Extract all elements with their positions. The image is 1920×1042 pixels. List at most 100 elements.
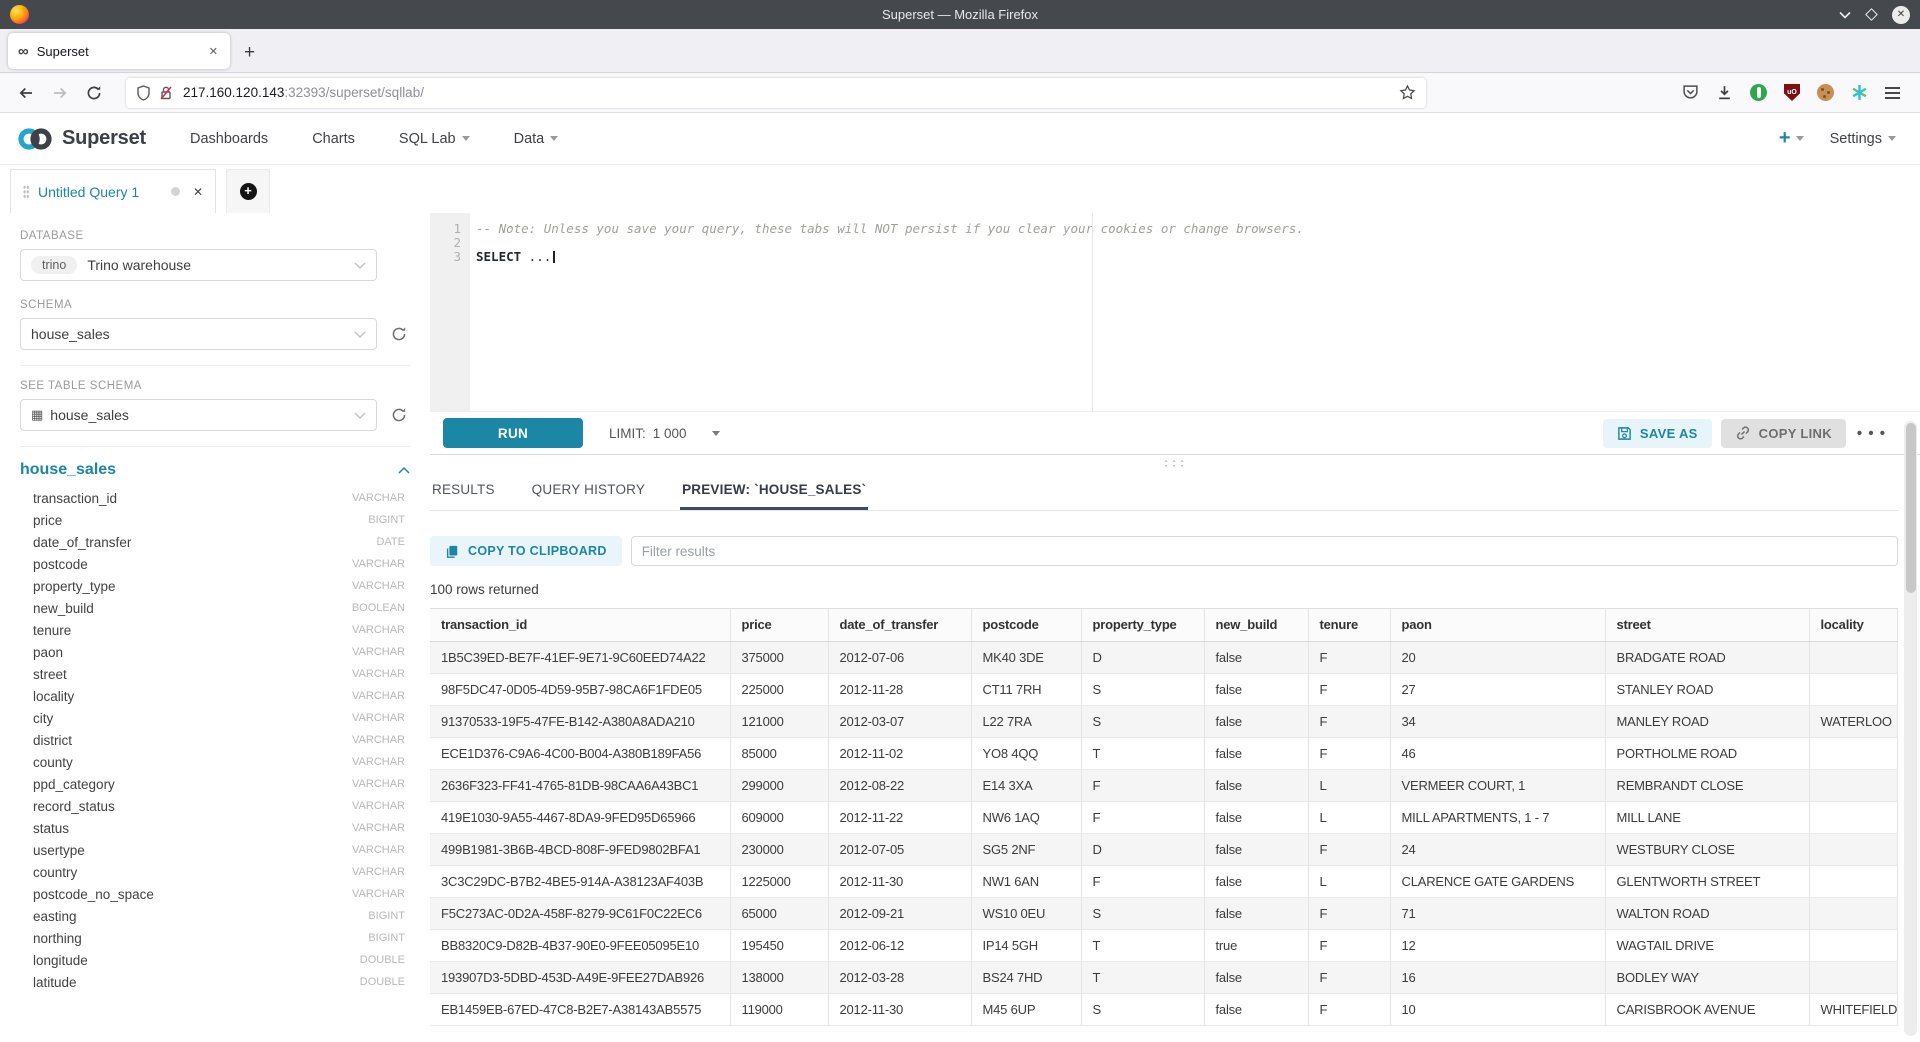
save-as-button[interactable]: SAVE AS bbox=[1603, 419, 1712, 448]
schema-select-value: house_sales bbox=[31, 326, 354, 342]
table-cell: 375000 bbox=[730, 641, 828, 673]
schema-label: SCHEMA bbox=[20, 299, 410, 311]
copy-to-clipboard-button[interactable]: COPY TO CLIPBOARD bbox=[430, 536, 622, 566]
cookie-extension-icon[interactable] bbox=[1817, 84, 1834, 101]
nav-item-data[interactable]: Data bbox=[514, 131, 559, 147]
run-button[interactable]: RUN bbox=[443, 418, 583, 448]
copy-link-button[interactable]: COPY LINK bbox=[1721, 419, 1846, 448]
schema-column-row: countyVARCHAR bbox=[20, 751, 410, 773]
table-cell: 230000 bbox=[730, 833, 828, 865]
editor-code-area[interactable]: -- Note: Unless you save your query, the… bbox=[470, 213, 1920, 411]
app-header: Superset Dashboards Charts SQL Lab Data + S… bbox=[0, 113, 1920, 165]
editor-comment-line: -- Note: Unless you save your query, the… bbox=[476, 222, 1920, 236]
new-tab-button[interactable]: + bbox=[244, 42, 255, 64]
table-cell bbox=[1809, 833, 1898, 865]
table-schema-heading: house_sales bbox=[20, 461, 398, 479]
multi-account-containers-icon[interactable] bbox=[1750, 84, 1767, 101]
table-cell: SG5 2NF bbox=[971, 833, 1081, 865]
column-type: VARCHAR bbox=[352, 888, 405, 900]
table-icon: ▦ bbox=[31, 407, 43, 423]
new-query-tab-button[interactable]: + bbox=[226, 169, 270, 213]
drag-handle-icon[interactable] bbox=[23, 185, 29, 199]
schema-select[interactable]: house_sales bbox=[20, 318, 377, 350]
table-cell: F bbox=[1308, 673, 1390, 705]
chevron-down-icon bbox=[1796, 136, 1804, 141]
browser-tab[interactable]: ∞ Superset ✕ bbox=[8, 33, 230, 69]
table-cell: true bbox=[1204, 929, 1308, 961]
table-select[interactable]: ▦ house_sales bbox=[20, 399, 377, 431]
forward-button[interactable] bbox=[46, 79, 74, 107]
column-name: street bbox=[33, 667, 352, 682]
refresh-table-button[interactable] bbox=[391, 407, 407, 423]
query-tab-close-icon[interactable]: ✕ bbox=[193, 185, 203, 199]
table-cell: EB1459EB-67ED-47C8-B2E7-A38143AB5575 bbox=[430, 993, 730, 1025]
extension-asterisk-icon[interactable] bbox=[1851, 84, 1868, 101]
table-cell: 2012-07-05 bbox=[828, 833, 971, 865]
schema-column-row: property_typeVARCHAR bbox=[20, 575, 410, 597]
sql-editor-pane: 1 2 3 -- Note: Unless you save your quer… bbox=[430, 213, 1920, 1042]
tab-close-icon[interactable]: ✕ bbox=[205, 43, 222, 60]
download-icon[interactable] bbox=[1716, 84, 1733, 101]
brand-name: Superset bbox=[62, 127, 146, 150]
table-cell: F bbox=[1081, 801, 1204, 833]
schema-column-row: priceBIGINT bbox=[20, 509, 410, 531]
sql-editor[interactable]: 1 2 3 -- Note: Unless you save your quer… bbox=[430, 213, 1920, 411]
table-cell: REMBRANDT CLOSE bbox=[1605, 769, 1809, 801]
schema-column-row: statusVARCHAR bbox=[20, 817, 410, 839]
table-cell: F bbox=[1308, 929, 1390, 961]
table-row: 2636F323-FF41-4765-81DB-98CAA6A43BC12990… bbox=[430, 769, 1898, 801]
scrollbar-track[interactable] bbox=[1904, 421, 1917, 1036]
query-tab[interactable]: Untitled Query 1 ✕ bbox=[10, 169, 216, 213]
editor-gutter: 1 2 3 bbox=[430, 213, 470, 411]
table-cell: F bbox=[1308, 737, 1390, 769]
nav-item-sql-lab[interactable]: SQL Lab bbox=[399, 131, 470, 147]
settings-menu[interactable]: Settings bbox=[1830, 131, 1896, 147]
back-button[interactable] bbox=[12, 79, 40, 107]
nav-item-charts[interactable]: Charts bbox=[312, 131, 355, 147]
limit-dropdown[interactable]: LIMIT: 1 000 bbox=[609, 426, 720, 441]
column-type: VARCHAR bbox=[352, 712, 405, 724]
results-panel: COPY TO CLIPBOARD 100 rows returned tran… bbox=[430, 511, 1920, 1042]
filter-results-input[interactable] bbox=[631, 536, 1898, 566]
schema-column-row: latitudeDOUBLE bbox=[20, 971, 410, 993]
table-cell bbox=[1809, 737, 1898, 769]
pocket-icon[interactable] bbox=[1682, 84, 1699, 101]
table-row: BB8320C9-D82B-4B37-90E0-9FEE05095E101954… bbox=[430, 929, 1898, 961]
query-tab-strip: Untitled Query 1 ✕ + bbox=[0, 165, 1920, 213]
editor-toolbar: RUN LIMIT: 1 000 SAVE AS COPY LINK • • • bbox=[430, 411, 1920, 455]
nav-item-dashboards[interactable]: Dashboards bbox=[190, 131, 268, 147]
add-new-button[interactable]: + bbox=[1779, 127, 1804, 150]
superset-logo[interactable]: Superset bbox=[16, 126, 146, 152]
main-nav: Dashboards Charts SQL Lab Data bbox=[190, 131, 558, 147]
table-cell bbox=[1809, 897, 1898, 929]
menu-icon[interactable] bbox=[1885, 87, 1900, 99]
database-select[interactable]: trino Trino warehouse bbox=[20, 249, 377, 281]
url-bar[interactable]: 217.160.120.143:32393/superset/sqllab/ bbox=[126, 78, 1426, 108]
table-header-cell: tenure bbox=[1308, 609, 1390, 641]
save-icon bbox=[1617, 426, 1632, 441]
reload-button[interactable] bbox=[80, 79, 108, 107]
table-cell: 2636F323-FF41-4765-81DB-98CAA6A43BC1 bbox=[430, 769, 730, 801]
window-minimize-button[interactable] bbox=[1839, 11, 1851, 19]
pane-splitter[interactable] bbox=[430, 455, 1920, 471]
limit-label: LIMIT: bbox=[609, 426, 646, 441]
table-cell: S bbox=[1081, 705, 1204, 737]
tab-preview-house-sales[interactable]: PREVIEW: `HOUSE_SALES` bbox=[680, 471, 868, 510]
collapse-table-icon[interactable] bbox=[398, 467, 410, 474]
window-close-button[interactable]: ✕ bbox=[1892, 6, 1910, 24]
shield-icon[interactable] bbox=[136, 85, 151, 101]
table-cell: false bbox=[1204, 993, 1308, 1025]
tab-query-history[interactable]: QUERY HISTORY bbox=[530, 471, 647, 510]
ublock-origin-icon[interactable]: uO bbox=[1784, 84, 1800, 101]
insecure-lock-icon[interactable] bbox=[159, 85, 173, 101]
table-cell: 2012-03-28 bbox=[828, 961, 971, 993]
column-type: DATE bbox=[376, 536, 405, 548]
bookmark-star-icon[interactable] bbox=[1399, 84, 1416, 101]
more-options-button[interactable]: • • • bbox=[1855, 425, 1888, 442]
scrollbar-thumb[interactable] bbox=[1906, 423, 1916, 593]
tab-results[interactable]: RESULTS bbox=[430, 471, 497, 510]
table-cell: 119000 bbox=[730, 993, 828, 1025]
window-maximize-button[interactable] bbox=[1867, 10, 1876, 19]
superset-favicon-icon: ∞ bbox=[18, 44, 29, 59]
refresh-schema-button[interactable] bbox=[391, 326, 407, 342]
